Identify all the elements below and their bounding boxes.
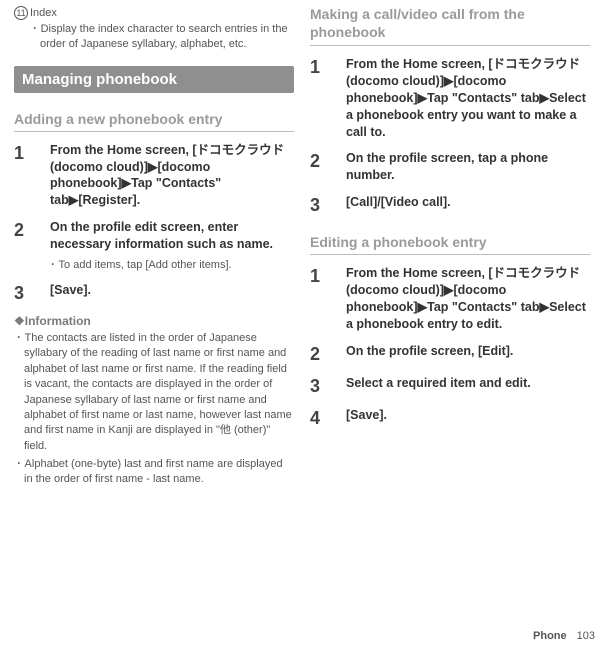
information-heading: ❖Information (14, 314, 294, 328)
step-body: On the profile screen, [Edit]. (346, 343, 513, 365)
step-number: 2 (14, 219, 50, 272)
page-number: 103 (577, 630, 595, 642)
step-number: 2 (310, 343, 346, 365)
step-body: [Call]/[Video call]. (346, 194, 451, 216)
subheading-editing: Editing a phonebook entry (310, 226, 590, 255)
step-number: 4 (310, 407, 346, 429)
step-body: From the Home screen, [ドコモクラウド (docomo c… (346, 56, 590, 140)
step-sub-bullet: ･ To add items, tap [Add other items]. (50, 256, 294, 272)
step-number: 3 (310, 375, 346, 397)
step-number: 1 (310, 56, 346, 140)
step-body: From the Home screen, [ドコモクラウド (docomo c… (50, 142, 294, 210)
page-footer: Phone 103 (533, 630, 595, 642)
step-body: On the profile edit screen, enter necess… (50, 219, 294, 253)
footer-section-label: Phone (533, 630, 567, 642)
step-body: [Save]. (346, 407, 387, 429)
info-bullet: ･ Alphabet (one-byte) last and first nam… (14, 457, 294, 488)
step-body: On the profile screen, tap a phone numbe… (346, 150, 590, 184)
section-heading-managing: Managing phonebook (14, 66, 294, 93)
info-bullet: ･ The contacts are listed in the order o… (14, 331, 294, 454)
step-body: [Save]. (50, 282, 91, 304)
step-body: Select a required item and edit. (346, 375, 531, 397)
circled-number-icon: 11 (14, 6, 28, 20)
step-number: 2 (310, 150, 346, 184)
index-heading: 11Index (14, 6, 294, 20)
step-number: 1 (310, 265, 346, 333)
index-label: Index (30, 7, 57, 19)
step-number: 3 (14, 282, 50, 304)
step-number: 3 (310, 194, 346, 216)
subheading-adding: Adding a new phonebook entry (14, 103, 294, 132)
subheading-making-call: Making a call/video call from the phoneb… (310, 6, 590, 46)
step-body: From the Home screen, [ドコモクラウド (docomo c… (346, 265, 590, 333)
step-number: 1 (14, 142, 50, 210)
index-description: ･ Display the index character to search … (14, 22, 294, 52)
